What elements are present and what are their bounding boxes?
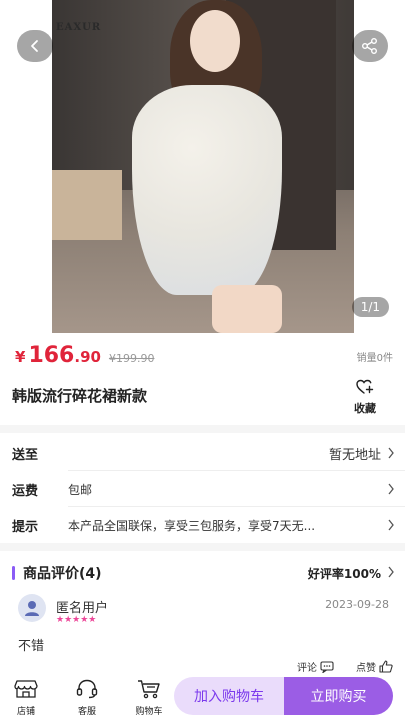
store-label: 店铺 [16, 707, 35, 717]
product-title: 韩版流行碎花裙新款 [12, 387, 148, 405]
image-counter: 1/1 [351, 297, 389, 317]
like-label: 点赞 [356, 663, 376, 674]
price-integer: 166 [28, 343, 75, 368]
freight-label: 运费 [12, 483, 39, 499]
share-button[interactable] [352, 30, 388, 62]
comment-label: 评论 [297, 663, 317, 674]
bottom-action-bar: 店铺 客服 购物车 加入购物车 立即购买 [0, 676, 405, 720]
headset-icon [76, 679, 98, 699]
add-to-cart-button[interactable]: 加入购物车 [174, 677, 284, 715]
favorite-label: 收藏 [354, 402, 376, 415]
review-actions: 评论 点赞 [275, 659, 393, 674]
chevron-right-icon[interactable] [387, 566, 395, 578]
thumbs-up-icon [379, 660, 393, 673]
review-text: 不错 [18, 639, 45, 654]
buy-now-button[interactable]: 立即购买 [284, 677, 393, 715]
cart-icon [138, 680, 160, 699]
tips-value: 本产品全国联保，享受三包服务，享受7天无... [68, 518, 316, 533]
section-accent-bar [12, 566, 15, 580]
user-icon [25, 601, 39, 616]
tips-label: 提示 [12, 519, 39, 535]
price-decimal: .90 [74, 348, 101, 366]
tab-store[interactable]: 店铺 [6, 679, 46, 717]
ship-to-row[interactable]: 送至 暂无地址 [0, 435, 405, 471]
review-date: 2023-09-28 [325, 598, 389, 611]
good-rate-link[interactable]: 好评率100% [308, 565, 381, 582]
review-stars: ★★★★★ [56, 615, 97, 625]
product-photo: EAXUR [52, 0, 354, 333]
comment-icon [320, 660, 334, 673]
freight-row[interactable]: 运费 包邮 [0, 471, 405, 507]
ship-to-value: 暂无地址 [328, 447, 381, 463]
product-image-gallery[interactable]: EAXUR 1/1 [0, 0, 405, 333]
price-card: ¥ 166 .90 ¥199.90 销量0件 韩版流行碎花裙新款 收藏 [0, 333, 405, 425]
store-icon [14, 680, 38, 698]
reviews-card: 商品评价(4) 好评率100% 匿名用户 ★★★★★ 2023-09-28 不错… [0, 551, 405, 681]
favorite-button[interactable]: 收藏 [350, 379, 380, 416]
chevron-right-icon [388, 447, 394, 459]
share-icon [362, 38, 377, 54]
like-button[interactable]: 点赞 [356, 659, 393, 674]
chevron-left-icon [31, 40, 38, 52]
back-button[interactable] [17, 30, 53, 62]
review-user-name: 匿名用户 [56, 601, 109, 616]
price-row: ¥ 166 .90 ¥199.90 [15, 343, 154, 368]
original-price: ¥199.90 [108, 352, 155, 365]
tab-service[interactable]: 客服 [67, 679, 107, 717]
reviews-title: 商品评价(4) [23, 566, 102, 582]
ship-to-label: 送至 [12, 447, 39, 463]
chevron-right-icon [388, 483, 394, 495]
sales-count: 销量0件 [356, 353, 393, 364]
currency-symbol: ¥ [15, 348, 26, 366]
heart-plus-icon [356, 379, 374, 394]
cart-label: 购物车 [135, 707, 163, 717]
service-label: 客服 [77, 707, 96, 717]
brand-watermark: EAXUR [56, 22, 102, 33]
comment-button[interactable]: 评论 [297, 659, 334, 674]
info-card: 送至 暂无地址 运费 包邮 提示 本产品全国联保，享受三包服务，享受7天无... [0, 433, 405, 543]
chevron-right-icon [388, 519, 394, 531]
tips-row[interactable]: 提示 本产品全国联保，享受三包服务，享受7天无... [0, 507, 405, 543]
avatar [18, 594, 46, 622]
freight-value: 包邮 [68, 482, 93, 497]
reviews-header: 商品评价(4) [12, 563, 102, 583]
tab-cart[interactable]: 购物车 [129, 679, 169, 717]
